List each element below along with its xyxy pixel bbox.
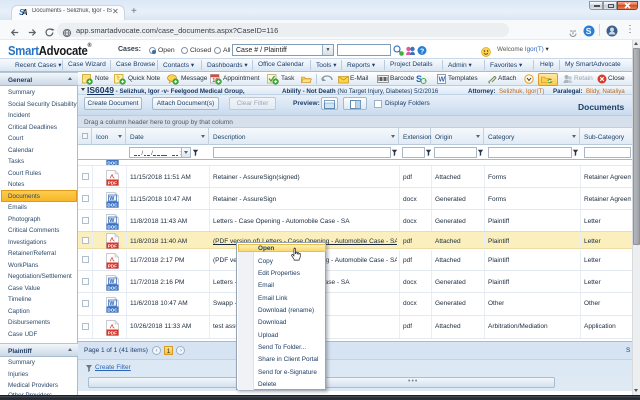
svg-text:PDF: PDF: [108, 263, 117, 268]
svg-text:DOC: DOC: [107, 160, 118, 165]
svg-text:?: ?: [420, 49, 424, 56]
svg-text:W: W: [109, 196, 114, 202]
svg-text:PDF: PDF: [108, 180, 117, 185]
svg-text:DOC: DOC: [107, 285, 118, 290]
svg-text:S: S: [586, 26, 592, 36]
svg-text:W: W: [109, 301, 114, 307]
svg-text:DOC: DOC: [107, 224, 118, 229]
svg-text:W: W: [109, 279, 114, 285]
svg-text:DOC: DOC: [107, 307, 118, 312]
svg-text:DOC: DOC: [107, 202, 118, 207]
svg-text:W: W: [109, 218, 114, 224]
svg-text:W: W: [439, 77, 446, 84]
svg-text:PDF: PDF: [108, 330, 117, 335]
svg-text:PDF: PDF: [108, 243, 117, 248]
